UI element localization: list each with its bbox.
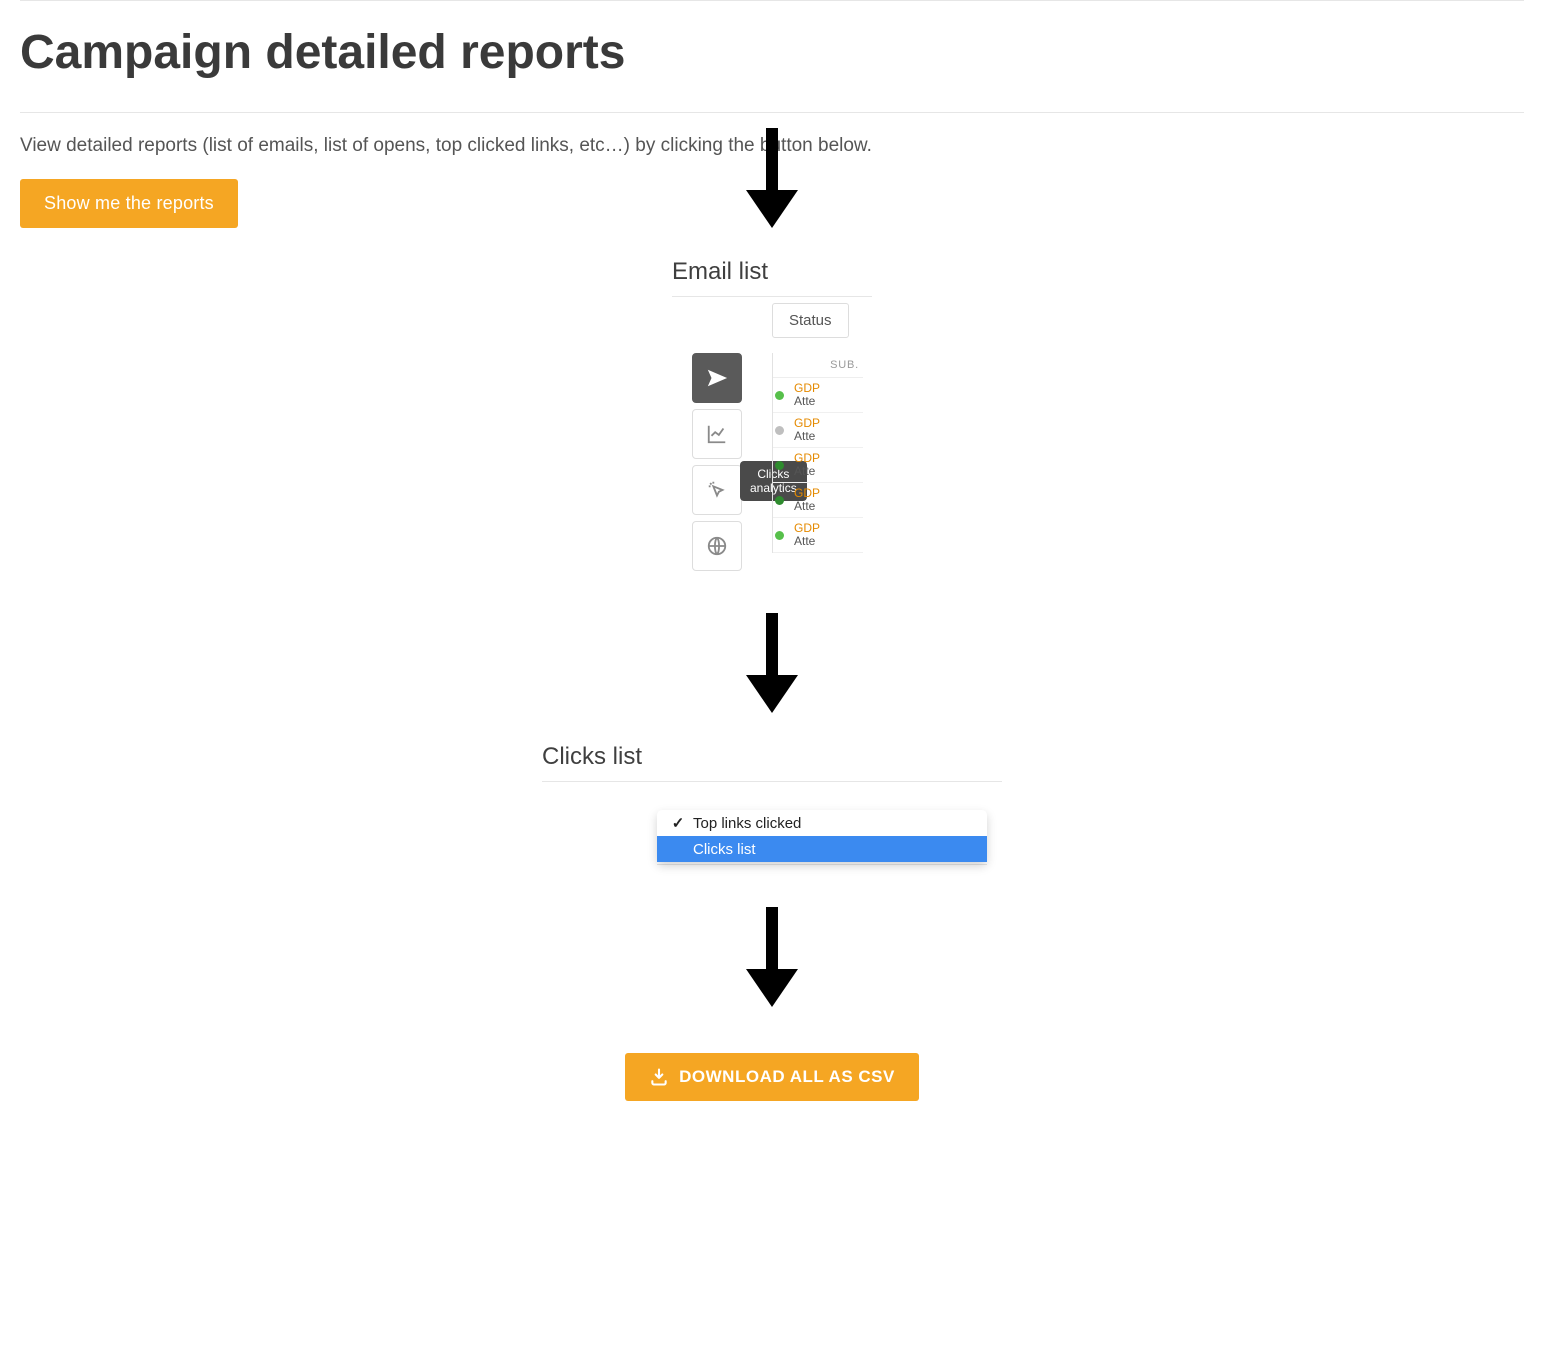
arrow-down-icon <box>742 613 802 713</box>
email-list-table: SUB. GDPAtte GDPAtte GDPAtte <box>772 353 863 553</box>
nav-clicks-button[interactable] <box>692 465 742 515</box>
table-row: GDPAtte <box>773 378 863 413</box>
check-icon: ✓ <box>671 814 685 832</box>
table-row: GDPAtte <box>773 483 863 518</box>
title-rule <box>20 112 1524 113</box>
status-filter[interactable]: Status <box>772 303 849 338</box>
email-list-heading: Email list <box>672 258 872 286</box>
row-line2: Atte <box>794 535 820 548</box>
status-dot-icon <box>775 496 784 505</box>
table-header-sub: SUB. <box>773 353 863 378</box>
globe-icon <box>706 535 728 557</box>
status-dot-icon <box>775 461 784 470</box>
top-rule <box>20 0 1524 1</box>
row-line2: Atte <box>794 465 820 478</box>
email-list-rule <box>672 296 872 297</box>
nav-globe-button[interactable] <box>692 521 742 571</box>
arrow-down-icon <box>742 128 802 228</box>
status-dot-icon <box>775 426 784 435</box>
paper-plane-icon <box>706 367 728 389</box>
arrow-down-icon <box>742 907 802 1007</box>
status-dot-icon <box>775 391 784 400</box>
show-reports-label: Show me the reports <box>44 193 214 214</box>
email-list-screenshot: Status Clicks <box>672 353 862 583</box>
dropdown-option-clicks-list[interactable]: ✓ Clicks list <box>657 836 987 862</box>
show-reports-button[interactable]: Show me the reports <box>20 179 238 228</box>
report-side-nav <box>692 353 742 571</box>
dropdown-option-label: Top links clicked <box>693 815 801 832</box>
row-line2: Atte <box>794 395 820 408</box>
dropdown-option-top-links[interactable]: ✓ Top links clicked <box>657 810 987 836</box>
row-line2: Atte <box>794 500 820 513</box>
cursor-click-icon <box>706 479 728 501</box>
status-dot-icon <box>775 531 784 540</box>
clicks-view-dropdown[interactable]: ✓ Top links clicked ✓ Clicks list <box>657 810 987 862</box>
download-icon <box>649 1067 669 1087</box>
row-line2: Atte <box>794 430 820 443</box>
dropdown-option-label: Clicks list <box>693 841 756 858</box>
download-csv-button[interactable]: DOWNLOAD ALL AS CSV <box>625 1053 919 1101</box>
nav-chart-button[interactable] <box>692 409 742 459</box>
section-underline <box>657 864 987 877</box>
page-title: Campaign detailed reports <box>20 25 1524 80</box>
download-csv-label: DOWNLOAD ALL AS CSV <box>679 1067 895 1087</box>
nav-send-button[interactable] <box>692 353 742 403</box>
table-row: GDPAtte <box>773 448 863 483</box>
table-row: GDPAtte <box>773 518 863 553</box>
table-row: GDPAtte <box>773 413 863 448</box>
line-chart-icon <box>706 423 728 445</box>
clicks-list-heading: Clicks list <box>542 743 1002 771</box>
